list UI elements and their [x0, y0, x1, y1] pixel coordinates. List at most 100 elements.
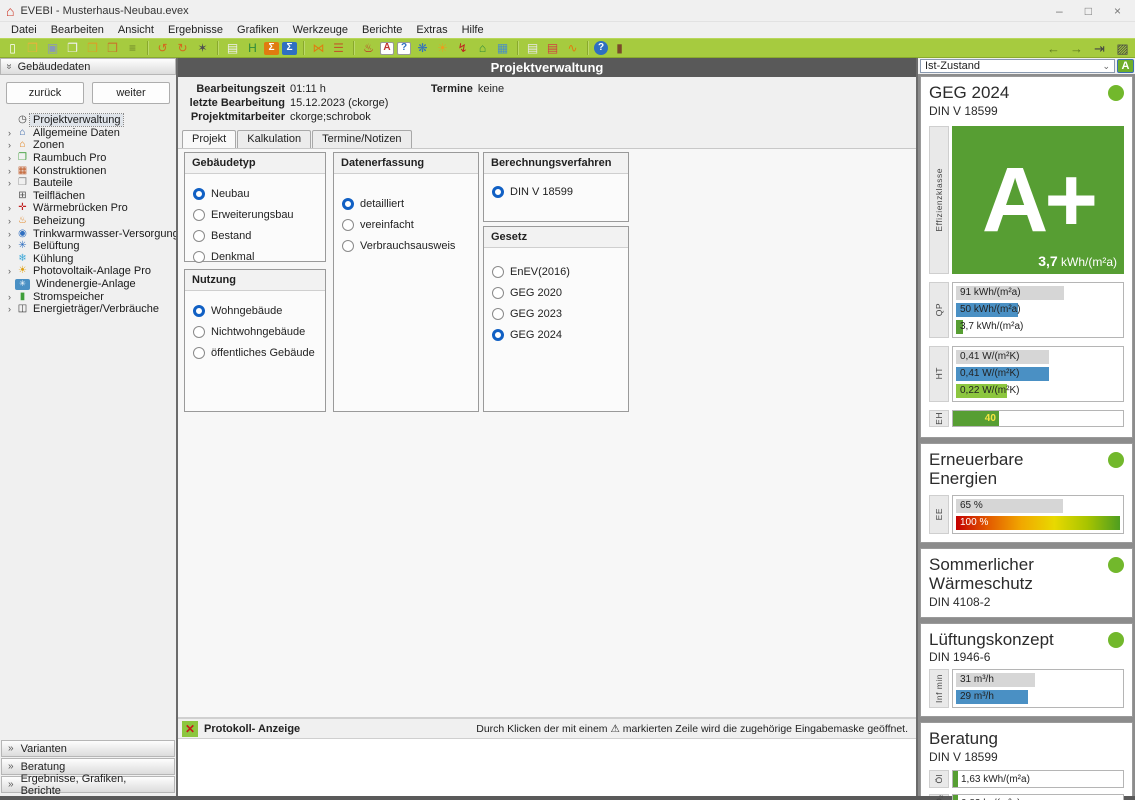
tree-item-label[interactable]: Trinkwarmwasser-Versorgung	[30, 228, 176, 240]
info-icon[interactable]: ?	[397, 42, 411, 55]
expander-icon[interactable]: ›	[4, 229, 15, 239]
menu-werkzeuge[interactable]: Werkzeuge	[286, 23, 355, 37]
tab-projekt[interactable]: Projekt	[182, 130, 236, 148]
exit-door-icon[interactable]: ▮	[611, 40, 628, 56]
radio-nichtwohngebaeude[interactable]: Nichtwohngebäude	[193, 326, 317, 338]
minimize-button[interactable]: –	[1056, 4, 1063, 18]
tree-item-label[interactable]: Konstruktionen	[30, 165, 109, 177]
tree-item-label[interactable]: Teilflächen	[30, 190, 88, 202]
pv-module-icon[interactable]: ▦	[494, 40, 511, 56]
tree-item-zonen[interactable]: ›⌂Zonen	[4, 139, 174, 152]
radio-icon[interactable]	[193, 230, 205, 242]
tree-item-projektverwaltung[interactable]: ◷Projektverwaltung	[4, 114, 174, 127]
protocol-list-icon[interactable]: ☰	[330, 40, 347, 56]
radio-icon[interactable]	[193, 326, 205, 338]
tree-item-photovoltaik[interactable]: ›☀Photovoltaik-Anlage Pro	[4, 265, 174, 278]
expander-icon[interactable]: ›	[4, 153, 15, 163]
menu-hilfe[interactable]: Hilfe	[455, 23, 491, 37]
close-button[interactable]: ×	[1114, 4, 1121, 18]
report-document-icon[interactable]: ▤	[224, 40, 241, 56]
tree-item-label[interactable]: Photovoltaik-Anlage Pro	[30, 265, 154, 277]
tree-item-label[interactable]: Energieträger/Verbräuche	[30, 303, 162, 315]
radio-label[interactable]: Verbrauchsausweis	[360, 240, 455, 252]
tree-item-bauteile[interactable]: ›❐Bauteile	[4, 177, 174, 190]
menu-grafiken[interactable]: Grafiken	[230, 23, 286, 37]
radio-label[interactable]: detailliert	[360, 198, 404, 210]
nav-back-icon[interactable]: ←	[1045, 40, 1062, 56]
tab-kalkulation[interactable]: Kalkulation	[237, 130, 311, 148]
tree-item-label[interactable]: Projektverwaltung	[30, 114, 123, 126]
import-folder-icon[interactable]: ❒	[84, 40, 101, 56]
radio-enev-2016[interactable]: EnEV(2016)	[492, 266, 620, 278]
tree-item-label[interactable]: Raumbuch Pro	[30, 152, 109, 164]
flowchart-icon[interactable]: ⋈	[310, 40, 327, 56]
expander-icon[interactable]: ›	[4, 304, 15, 314]
tree-item-label[interactable]: Zonen	[30, 139, 67, 151]
chart-curve-icon[interactable]: ∿	[564, 40, 581, 56]
expander-icon[interactable]: ›	[4, 266, 15, 276]
help-icon[interactable]: ?	[594, 41, 608, 55]
radio-wohngebaeude[interactable]: Wohngebäude	[193, 305, 317, 317]
menu-ansicht[interactable]: Ansicht	[111, 23, 161, 37]
radio-icon[interactable]	[342, 219, 354, 231]
tree-item-label[interactable]: Windenergie-Anlage	[33, 278, 139, 290]
sidebar-header[interactable]: » Gebäudedaten	[0, 58, 176, 75]
radio-label[interactable]: GEG 2024	[510, 329, 562, 341]
tree-item-windenergie[interactable]: ✳Windenergie-Anlage	[4, 278, 174, 291]
climate-a-icon[interactable]: A	[380, 42, 394, 55]
radio-geg-2024[interactable]: GEG 2024	[492, 329, 620, 341]
radio-icon[interactable]	[492, 329, 504, 341]
menu-ergebnisse[interactable]: Ergebnisse	[161, 23, 230, 37]
heating-mode-icon[interactable]: ♨	[360, 40, 377, 56]
menu-bearbeiten[interactable]: Bearbeiten	[44, 23, 111, 37]
radio-geg-2023[interactable]: GEG 2023	[492, 308, 620, 320]
radio-label[interactable]: öffentliches Gebäude	[211, 347, 315, 359]
radio-vereinfacht[interactable]: vereinfacht	[342, 219, 470, 231]
tree-item-konstruktionen[interactable]: ›▦Konstruktionen	[4, 164, 174, 177]
wizard-icon[interactable]: ✶	[194, 40, 211, 56]
undo-icon[interactable]: ↺	[154, 40, 171, 56]
radio-label[interactable]: GEG 2023	[510, 308, 562, 320]
back-button[interactable]: zurück	[6, 82, 84, 104]
report-error-icon[interactable]: ▤	[544, 40, 561, 56]
tree-item-kuehlung[interactable]: ❄Kühlung	[4, 253, 174, 266]
radio-icon[interactable]	[193, 305, 205, 317]
open-folder-icon[interactable]: ❒	[24, 40, 41, 56]
fan-icon[interactable]: ❋	[414, 40, 431, 56]
expander-icon[interactable]: ›	[4, 292, 15, 302]
radio-neubau[interactable]: Neubau	[193, 188, 317, 200]
expander-icon[interactable]: ›	[4, 128, 15, 138]
copy-icon[interactable]: ❐	[64, 40, 81, 56]
tree-item-energietraeger[interactable]: ›◫Energieträger/Verbräuche	[4, 303, 174, 316]
electricity-icon[interactable]: ↯	[454, 40, 471, 56]
radio-label[interactable]: Erweiterungsbau	[211, 209, 294, 221]
tree-item-label[interactable]: Belüftung	[30, 240, 82, 252]
radio-label[interactable]: Denkmal	[211, 251, 254, 263]
house-energy-icon[interactable]: ⌂	[474, 40, 491, 56]
radio-label[interactable]: Bestand	[211, 230, 251, 242]
sigma-sum-icon[interactable]: Σ	[264, 42, 279, 55]
radio-icon[interactable]	[492, 186, 504, 198]
report-preview-icon[interactable]: ▤	[524, 40, 541, 56]
expander-icon[interactable]: ›	[4, 241, 15, 251]
radio-icon[interactable]	[492, 266, 504, 278]
compare-chart-icon[interactable]: ▨	[1114, 40, 1131, 56]
radio-oeffentliches-gebaeude[interactable]: öffentliches Gebäude	[193, 347, 317, 359]
expander-icon[interactable]: ›	[4, 178, 15, 188]
radio-erweiterungsbau[interactable]: Erweiterungsbau	[193, 209, 317, 221]
tree-item-stromspeicher[interactable]: ›▮Stromspeicher	[4, 290, 174, 303]
maximize-button[interactable]: □	[1085, 4, 1092, 18]
radio-icon[interactable]	[342, 240, 354, 252]
save-icon[interactable]: ▣	[44, 40, 61, 56]
expander-icon[interactable]: ›	[4, 216, 15, 226]
radio-icon[interactable]	[193, 188, 205, 200]
tree-item-raumbuch[interactable]: ›❐Raumbuch Pro	[4, 152, 174, 165]
radio-icon[interactable]	[492, 287, 504, 299]
tree-item-label[interactable]: Beheizung	[30, 215, 88, 227]
radio-icon[interactable]	[193, 209, 205, 221]
radio-bestand[interactable]: Bestand	[193, 230, 317, 242]
tree-item-label[interactable]: Kühlung	[30, 253, 76, 265]
tree-item-waermebruecken[interactable]: ›✛Wärmebrücken Pro	[4, 202, 174, 215]
nav-forward-icon[interactable]: →	[1068, 40, 1085, 56]
expander-icon[interactable]: ›	[4, 166, 15, 176]
